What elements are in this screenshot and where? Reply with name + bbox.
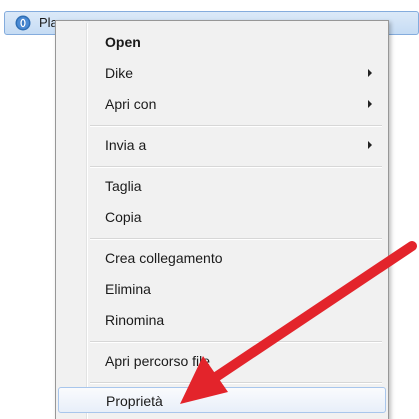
submenu-arrow-icon	[368, 100, 372, 108]
menu-item-rinomina[interactable]: Rinomina	[58, 307, 386, 333]
menu-item-label: Apri percorso file	[105, 353, 211, 369]
menu-item-apri-con[interactable]: Apri con	[58, 91, 386, 117]
menu-item-label: Open	[105, 34, 141, 50]
submenu-arrow-icon	[368, 69, 372, 77]
menu-item-elimina[interactable]: Elimina	[58, 276, 386, 302]
menu-item-label: Apri con	[105, 96, 157, 112]
menu-item-label: Rinomina	[105, 312, 165, 328]
menu-separator	[90, 341, 382, 343]
menu-item-label: Elimina	[105, 281, 151, 297]
context-menu: Open Dike Apri con Invia a Taglia Copia …	[55, 20, 389, 419]
menu-item-taglia[interactable]: Taglia	[58, 173, 386, 199]
screenshot: Pla Open Dike Apri con Invia a Taglia Co…	[0, 0, 419, 419]
menu-separator	[90, 166, 382, 168]
menu-item-label: Invia a	[105, 137, 147, 153]
menu-item-open[interactable]: Open	[58, 29, 386, 55]
menu-item-copia[interactable]: Copia	[58, 204, 386, 230]
menu-item-label: Dike	[105, 65, 134, 81]
menu-item-label: Crea collegamento	[105, 250, 223, 266]
menu-item-label: Copia	[105, 209, 142, 225]
menu-item-invia-a[interactable]: Invia a	[58, 132, 386, 158]
menu-item-proprieta[interactable]: Proprietà	[58, 387, 386, 413]
menu-separator	[90, 125, 382, 127]
menu-separator	[90, 382, 382, 384]
menu-item-apri-percorso-file[interactable]: Apri percorso file	[58, 348, 386, 374]
menu-separator	[90, 238, 382, 240]
menu-item-label: Proprietà	[106, 393, 163, 409]
opera-icon	[15, 15, 31, 31]
menu-item-crea-collegamento[interactable]: Crea collegamento	[58, 245, 386, 271]
submenu-arrow-icon	[368, 141, 372, 149]
menu-item-label: Taglia	[105, 178, 142, 194]
menu-item-dike[interactable]: Dike	[58, 60, 386, 86]
